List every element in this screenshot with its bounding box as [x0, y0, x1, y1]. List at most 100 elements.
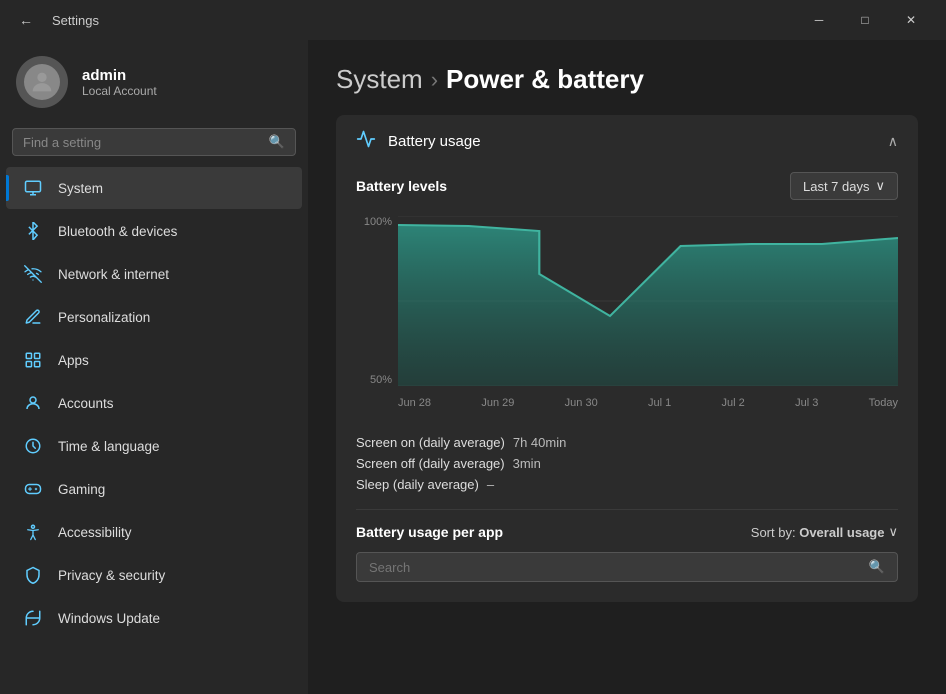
update-icon	[22, 607, 44, 629]
user-profile[interactable]: admin Local Account	[0, 40, 308, 122]
battery-usage-header[interactable]: Battery usage ∧	[336, 115, 918, 168]
sidebar-item-label-apps: Apps	[58, 353, 89, 368]
sidebar-item-label-network: Network & internet	[58, 267, 169, 282]
close-button[interactable]: ✕	[888, 4, 934, 36]
battery-usage-chevron: ∧	[888, 133, 898, 150]
stat-screen-on-value: 7h 40min	[513, 435, 566, 450]
search-box: 🔍	[12, 128, 296, 156]
per-app-search-bar: 🔍	[356, 552, 898, 582]
per-app-search-icon: 🔍	[869, 559, 885, 575]
sidebar-item-personalization[interactable]: Personalization	[6, 296, 302, 338]
sidebar-item-label-time: Time & language	[58, 439, 160, 454]
sidebar-item-privacy[interactable]: Privacy & security	[6, 554, 302, 596]
accounts-icon	[22, 392, 44, 414]
chart-y-labels: 100% 50%	[356, 216, 398, 386]
sidebar-item-label-privacy: Privacy & security	[58, 568, 165, 583]
breadcrumb-current: Power & battery	[446, 64, 644, 95]
x-label-jul2: Jul 2	[722, 397, 745, 409]
content-area: System › Power & battery Battery usage ∧	[308, 40, 946, 694]
sort-value: Overall usage	[799, 525, 884, 540]
sidebar-item-label-accessibility: Accessibility	[58, 525, 132, 540]
battery-levels-title: Battery levels	[356, 178, 447, 194]
sidebar-item-apps[interactable]: Apps	[6, 339, 302, 381]
per-app-header: Battery usage per app Sort by: Overall u…	[356, 524, 898, 540]
avatar	[16, 56, 68, 108]
sidebar-item-time[interactable]: Time & language	[6, 425, 302, 467]
sort-label: Sort by: Overall usage	[751, 525, 885, 540]
apps-icon	[22, 349, 44, 371]
section-divider	[356, 509, 898, 510]
network-icon	[22, 263, 44, 285]
stat-sleep: Sleep (daily average) –	[356, 474, 898, 495]
back-button[interactable]: ←	[12, 6, 40, 34]
sidebar-nav: System Bluetooth & devices Network & int…	[0, 166, 308, 640]
y-label-100: 100%	[364, 216, 392, 228]
search-input[interactable]	[23, 135, 261, 150]
minimize-button[interactable]: ─	[796, 4, 842, 36]
battery-chart: 100% 50%	[356, 216, 898, 416]
sidebar-item-label-system: System	[58, 181, 103, 196]
personalization-icon	[22, 306, 44, 328]
sidebar-item-label-gaming: Gaming	[58, 482, 105, 497]
x-label-jul3: Jul 3	[795, 397, 818, 409]
stat-screen-off-label: Screen off (daily average)	[356, 456, 505, 471]
titlebar-left: ← Settings	[12, 6, 99, 34]
x-label-jun28: Jun 28	[398, 397, 431, 409]
sidebar: admin Local Account 🔍 System	[0, 40, 308, 694]
gaming-icon	[22, 478, 44, 500]
titlebar-title: Settings	[52, 13, 99, 28]
stat-sleep-value: –	[487, 477, 494, 492]
stat-screen-off-value: 3min	[513, 456, 541, 471]
sort-dropdown[interactable]: Sort by: Overall usage ∨	[751, 524, 898, 540]
battery-usage-title: Battery usage	[388, 133, 481, 150]
battery-stats: Screen on (daily average) 7h 40min Scree…	[356, 432, 898, 495]
stat-screen-on-label: Screen on (daily average)	[356, 435, 505, 450]
sidebar-item-accessibility[interactable]: Accessibility	[6, 511, 302, 553]
search-icon[interactable]: 🔍	[269, 134, 285, 150]
bluetooth-icon	[22, 220, 44, 242]
search-container: 🔍	[0, 122, 308, 166]
stat-sleep-label: Sleep (daily average)	[356, 477, 479, 492]
sort-chevron-icon: ∨	[888, 524, 898, 540]
sidebar-item-label-bluetooth: Bluetooth & devices	[58, 224, 177, 239]
battery-usage-body: Battery levels Last 7 days ∨ 100% 50%	[336, 168, 918, 602]
per-app-title: Battery usage per app	[356, 524, 503, 540]
breadcrumb-parent: System	[336, 64, 423, 95]
x-label-today: Today	[869, 397, 898, 409]
sidebar-item-update[interactable]: Windows Update	[6, 597, 302, 639]
accessibility-icon	[22, 521, 44, 543]
breadcrumb-separator: ›	[431, 67, 438, 93]
sidebar-item-label-update: Windows Update	[58, 611, 160, 626]
time-range-dropdown[interactable]: Last 7 days ∨	[790, 172, 898, 200]
titlebar-controls: ─ □ ✕	[796, 4, 934, 36]
sidebar-item-gaming[interactable]: Gaming	[6, 468, 302, 510]
sidebar-item-system[interactable]: System	[6, 167, 302, 209]
chart-svg-area	[398, 216, 898, 386]
maximize-button[interactable]: □	[842, 4, 888, 36]
system-icon	[22, 177, 44, 199]
battery-usage-icon	[356, 129, 376, 154]
sidebar-item-accounts[interactable]: Accounts	[6, 382, 302, 424]
y-label-50: 50%	[370, 374, 392, 386]
sidebar-item-label-personalization: Personalization	[58, 310, 150, 325]
battery-usage-section: Battery usage ∧ Battery levels Last 7 da…	[336, 115, 918, 602]
x-label-jul1: Jul 1	[648, 397, 671, 409]
user-subtitle: Local Account	[82, 84, 157, 98]
section-header-left: Battery usage	[356, 129, 481, 154]
chart-x-labels: Jun 28 Jun 29 Jun 30 Jul 1 Jul 2 Jul 3 T…	[398, 390, 898, 416]
privacy-icon	[22, 564, 44, 586]
dropdown-label: Last 7 days	[803, 179, 870, 194]
user-name: admin	[82, 67, 157, 84]
sidebar-item-network[interactable]: Network & internet	[6, 253, 302, 295]
stat-screen-off: Screen off (daily average) 3min	[356, 453, 898, 474]
sidebar-item-bluetooth[interactable]: Bluetooth & devices	[6, 210, 302, 252]
time-icon	[22, 435, 44, 457]
stat-screen-on: Screen on (daily average) 7h 40min	[356, 432, 898, 453]
main-layout: admin Local Account 🔍 System	[0, 40, 946, 694]
per-app-search-input[interactable]	[369, 560, 861, 575]
battery-levels-header: Battery levels Last 7 days ∨	[356, 172, 898, 200]
x-label-jun29: Jun 29	[481, 397, 514, 409]
breadcrumb: System › Power & battery	[336, 64, 918, 95]
x-label-jun30: Jun 30	[565, 397, 598, 409]
sidebar-item-label-accounts: Accounts	[58, 396, 114, 411]
